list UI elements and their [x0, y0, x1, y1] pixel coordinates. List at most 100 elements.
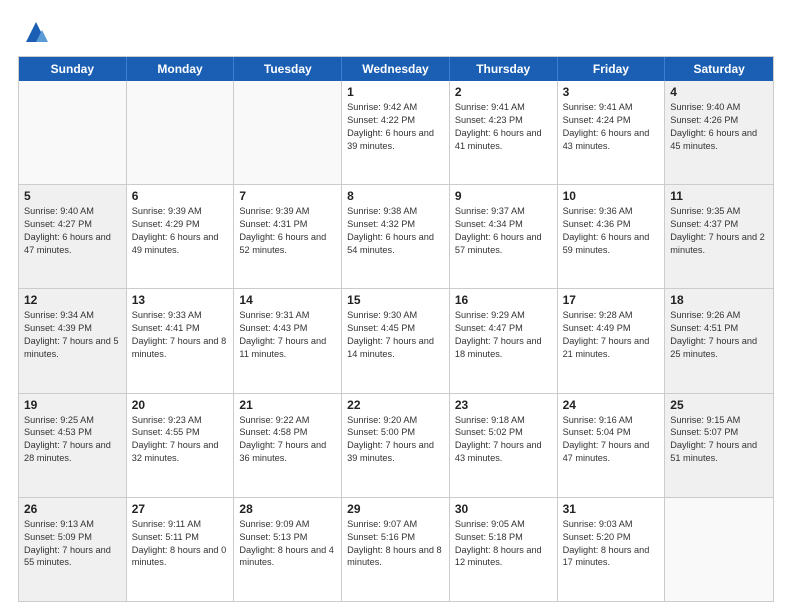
day-number: 16 — [455, 293, 552, 307]
day-cell: 6Sunrise: 9:39 AM Sunset: 4:29 PM Daylig… — [127, 185, 235, 288]
day-info: Sunrise: 9:33 AM Sunset: 4:41 PM Dayligh… — [132, 309, 229, 361]
day-number: 5 — [24, 189, 121, 203]
day-number: 8 — [347, 189, 444, 203]
day-cell: 20 Sunrise: 9:23 AM Sunset: 4:55 PM Dayli… — [127, 394, 235, 497]
week-row: 12 Sunrise: 9:34 AM Sunset: 4:39 PM Dayli… — [19, 289, 773, 393]
day-info: Sunrise: 9:29 AM Sunset: 4:47 PM Dayligh… — [455, 309, 552, 361]
day-cell: 19 Sunrise: 9:25 AM Sunset: 4:53 PM Dayli… — [19, 394, 127, 497]
day-number: 18 — [670, 293, 768, 307]
day-info: Sunrise: 9:03 AM Sunset: 5:20 PM Dayligh… — [563, 518, 660, 570]
day-cell: 17 Sunrise: 9:28 AM Sunset: 4:49 PM Dayli… — [558, 289, 666, 392]
day-number: 21 — [239, 398, 336, 412]
day-header: Tuesday — [234, 57, 342, 81]
week-row: 26 Sunrise: 9:13 AM Sunset: 5:09 PM Dayli… — [19, 498, 773, 601]
day-number: 31 — [563, 502, 660, 516]
day-headers: SundayMondayTuesdayWednesdayThursdayFrid… — [19, 57, 773, 81]
day-info: Sunrise: 9:34 AM Sunset: 4:39 PM Dayligh… — [24, 309, 121, 361]
day-number: 24 — [563, 398, 660, 412]
day-cell: 14 Sunrise: 9:31 AM Sunset: 4:43 PM Dayli… — [234, 289, 342, 392]
day-info: Sunrise: 9:30 AM Sunset: 4:45 PM Dayligh… — [347, 309, 444, 361]
day-info: Sunrise: 9:41 AM Sunset: 4:23 PM Dayligh… — [455, 101, 552, 153]
day-cell: 12 Sunrise: 9:34 AM Sunset: 4:39 PM Dayli… — [19, 289, 127, 392]
day-number: 1 — [347, 85, 444, 99]
day-info: Sunrise: 9:15 AM Sunset: 5:07 PM Dayligh… — [670, 414, 768, 466]
day-cell: 3 Sunrise: 9:41 AM Sunset: 4:24 PM Daylig… — [558, 81, 666, 184]
day-info: Sunrise: 9:09 AM Sunset: 5:13 PM Dayligh… — [239, 518, 336, 570]
day-number: 3 — [563, 85, 660, 99]
day-number: 9 — [455, 189, 552, 203]
day-cell: 26 Sunrise: 9:13 AM Sunset: 5:09 PM Dayli… — [19, 498, 127, 601]
day-info: Sunrise: 9:07 AM Sunset: 5:16 PM Dayligh… — [347, 518, 444, 570]
day-cell — [234, 81, 342, 184]
day-info: Sunrise: 9:11 AM Sunset: 5:11 PM Dayligh… — [132, 518, 229, 570]
day-info: Sunrise: 9:40 AM Sunset: 4:27 PM Dayligh… — [24, 205, 121, 257]
day-header: Monday — [127, 57, 235, 81]
day-number: 10 — [563, 189, 660, 203]
logo-icon — [22, 18, 50, 46]
logo — [18, 18, 50, 46]
day-header: Thursday — [450, 57, 558, 81]
day-cell: 18 Sunrise: 9:26 AM Sunset: 4:51 PM Dayli… — [665, 289, 773, 392]
day-info: Sunrise: 9:41 AM Sunset: 4:24 PM Dayligh… — [563, 101, 660, 153]
day-info: Sunrise: 9:20 AM Sunset: 5:00 PM Dayligh… — [347, 414, 444, 466]
day-number: 20 — [132, 398, 229, 412]
day-number: 2 — [455, 85, 552, 99]
day-number: 15 — [347, 293, 444, 307]
day-cell: 29 Sunrise: 9:07 AM Sunset: 5:16 PM Dayli… — [342, 498, 450, 601]
day-number: 17 — [563, 293, 660, 307]
day-number: 30 — [455, 502, 552, 516]
day-info: Sunrise: 9:22 AM Sunset: 4:58 PM Dayligh… — [239, 414, 336, 466]
day-cell — [19, 81, 127, 184]
day-cell: 9 Sunrise: 9:37 AM Sunset: 4:34 PM Daylig… — [450, 185, 558, 288]
day-number: 13 — [132, 293, 229, 307]
page: SundayMondayTuesdayWednesdayThursdayFrid… — [0, 0, 792, 612]
day-header: Saturday — [665, 57, 773, 81]
day-cell: 21 Sunrise: 9:22 AM Sunset: 4:58 PM Dayli… — [234, 394, 342, 497]
day-info: Sunrise: 9:25 AM Sunset: 4:53 PM Dayligh… — [24, 414, 121, 466]
day-cell: 16 Sunrise: 9:29 AM Sunset: 4:47 PM Dayli… — [450, 289, 558, 392]
day-number: 27 — [132, 502, 229, 516]
day-number: 25 — [670, 398, 768, 412]
day-number: 23 — [455, 398, 552, 412]
day-info: Sunrise: 9:16 AM Sunset: 5:04 PM Dayligh… — [563, 414, 660, 466]
day-cell: 2 Sunrise: 9:41 AM Sunset: 4:23 PM Daylig… — [450, 81, 558, 184]
day-info: Sunrise: 9:13 AM Sunset: 5:09 PM Dayligh… — [24, 518, 121, 570]
day-number: 29 — [347, 502, 444, 516]
day-header: Wednesday — [342, 57, 450, 81]
day-info: Sunrise: 9:36 AM Sunset: 4:36 PM Dayligh… — [563, 205, 660, 257]
week-row: 1 Sunrise: 9:42 AM Sunset: 4:22 PM Daylig… — [19, 81, 773, 185]
day-cell: 28 Sunrise: 9:09 AM Sunset: 5:13 PM Dayli… — [234, 498, 342, 601]
day-info: Sunrise: 9:23 AM Sunset: 4:55 PM Dayligh… — [132, 414, 229, 466]
day-info: Sunrise: 9:38 AM Sunset: 4:32 PM Dayligh… — [347, 205, 444, 257]
day-number: 11 — [670, 189, 768, 203]
day-number: 7 — [239, 189, 336, 203]
day-info: Sunrise: 9:39 AM Sunset: 4:29 PM Dayligh… — [132, 205, 229, 257]
day-info: Sunrise: 9:05 AM Sunset: 5:18 PM Dayligh… — [455, 518, 552, 570]
day-info: Sunrise: 9:31 AM Sunset: 4:43 PM Dayligh… — [239, 309, 336, 361]
day-number: 28 — [239, 502, 336, 516]
day-number: 22 — [347, 398, 444, 412]
day-info: Sunrise: 9:28 AM Sunset: 4:49 PM Dayligh… — [563, 309, 660, 361]
day-cell: 25 Sunrise: 9:15 AM Sunset: 5:07 PM Dayli… — [665, 394, 773, 497]
day-info: Sunrise: 9:26 AM Sunset: 4:51 PM Dayligh… — [670, 309, 768, 361]
day-cell: 11 Sunrise: 9:35 AM Sunset: 4:37 PM Dayli… — [665, 185, 773, 288]
day-info: Sunrise: 9:37 AM Sunset: 4:34 PM Dayligh… — [455, 205, 552, 257]
day-cell: 7 Sunrise: 9:39 AM Sunset: 4:31 PM Daylig… — [234, 185, 342, 288]
day-cell: 8 Sunrise: 9:38 AM Sunset: 4:32 PM Daylig… — [342, 185, 450, 288]
day-number: 26 — [24, 502, 121, 516]
day-cell: 22 Sunrise: 9:20 AM Sunset: 5:00 PM Dayli… — [342, 394, 450, 497]
day-cell: 24 Sunrise: 9:16 AM Sunset: 5:04 PM Dayli… — [558, 394, 666, 497]
header — [18, 18, 774, 46]
day-number: 12 — [24, 293, 121, 307]
day-cell: 5 Sunrise: 9:40 AM Sunset: 4:27 PM Daylig… — [19, 185, 127, 288]
day-number: 14 — [239, 293, 336, 307]
day-number: 19 — [24, 398, 121, 412]
day-cell — [665, 498, 773, 601]
day-cell: 1 Sunrise: 9:42 AM Sunset: 4:22 PM Daylig… — [342, 81, 450, 184]
day-cell: 23Sunrise: 9:18 AM Sunset: 5:02 PM Dayli… — [450, 394, 558, 497]
day-info: Sunrise: 9:40 AM Sunset: 4:26 PM Dayligh… — [670, 101, 768, 153]
day-info: Sunrise: 9:35 AM Sunset: 4:37 PM Dayligh… — [670, 205, 768, 257]
day-info: Sunrise: 9:42 AM Sunset: 4:22 PM Dayligh… — [347, 101, 444, 153]
week-row: 19 Sunrise: 9:25 AM Sunset: 4:53 PM Dayli… — [19, 394, 773, 498]
day-info: Sunrise: 9:39 AM Sunset: 4:31 PM Dayligh… — [239, 205, 336, 257]
